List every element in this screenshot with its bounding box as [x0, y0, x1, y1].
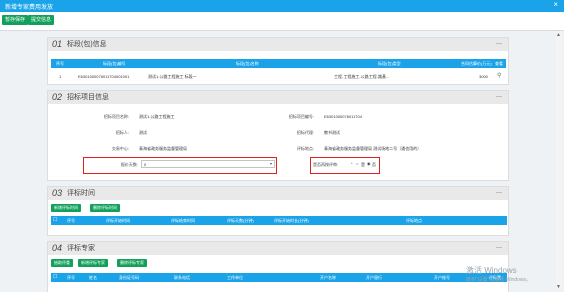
delete-expert-button[interactable]: 删除评标专家 [117, 259, 147, 267]
select-all-checkbox[interactable]: ☐ [53, 274, 57, 280]
section-number: 01 [52, 39, 63, 49]
col-header: 序号 [56, 61, 64, 66]
table-header: ☐ 序号 姓名 身份证号码 联系电话 工作单位 开户名称 开户银行 开户账号 评… [51, 273, 507, 282]
section-header: 03 评标时间 — [48, 187, 508, 200]
col-header: 工作单位 [227, 275, 243, 280]
days-value: 0 [144, 162, 147, 167]
scroll-down-icon[interactable]: ▼ [556, 284, 561, 290]
reeval-label: 是否再按评审: [313, 162, 339, 167]
cell-type: 工程-工程施工-公路工程-路基... [334, 74, 390, 79]
scrollbar[interactable] [556, 31, 561, 289]
col-header: 身份证号码 [119, 275, 139, 280]
collapse-icon[interactable]: — [496, 245, 502, 251]
col-header: 序号 [67, 218, 75, 223]
section-number: 03 [52, 188, 63, 198]
section-header: 04 评标专家 — [48, 242, 508, 255]
tenderer-value: 测试 [139, 130, 147, 135]
section-title: 标段(包)信息 [67, 41, 107, 48]
col-header: 姓名 [89, 275, 97, 280]
radio-yes-label: 是 [361, 162, 365, 167]
col-header: 标段(包)名称 [236, 61, 259, 66]
section-header: 02 招标项目信息 — [48, 91, 508, 104]
chevron-down-icon: ▾ [269, 161, 272, 166]
collapse-icon[interactable]: — [496, 190, 502, 196]
windows-watermark-subtitle: 转到“设置”以激活 Windows。 [466, 277, 532, 283]
radio-no-label: 否 [372, 162, 376, 167]
col-header: 评标结束时间 [171, 218, 195, 223]
col-header: 序号 [67, 275, 75, 280]
col-header: 开户账号 [434, 275, 450, 280]
table-header: 序号 标段(包)编号 标段(包)名称 标段(包)类型 合同估算价(万元) 查看 [51, 59, 506, 68]
agency-label: 招标代理: [296, 130, 314, 135]
section-number: 04 [52, 243, 63, 253]
project-name-label: 招标项目名称: [103, 114, 129, 119]
cell-amount: 3000 [479, 74, 488, 79]
radio-yes[interactable]: ○ [356, 161, 358, 166]
cell-name: 测试1-公路工程施工 标段一 [148, 74, 197, 79]
add-expert-button[interactable]: 新增评标专家 [78, 259, 108, 267]
scroll-up-icon[interactable]: ▲ [556, 32, 561, 38]
collapse-icon[interactable]: — [496, 94, 502, 100]
collapse-icon[interactable]: — [496, 41, 502, 47]
project-code-value: E6301000076011704 [324, 114, 362, 119]
add-eval-time-button[interactable]: 新增评标时间 [51, 204, 81, 212]
col-header: 查看 [495, 61, 503, 66]
col-header: 标段(包)类型 [378, 61, 401, 66]
radio-no[interactable]: ◉ [367, 161, 371, 166]
section-project-info: 02 招标项目信息 — 招标项目名称: 测试1-公路工程施工 招标项目编号: E… [47, 90, 509, 181]
section-experts: 04 评标专家 — 抽取评委 新增评标专家 删除评标专家 ☐ 序号 姓名 身份证… [47, 241, 509, 292]
section-bid-sections: 01 标段(包)信息 — 序号 标段(包)编号 标段(包)名称 标段(包)类型 … [47, 37, 509, 85]
project-code-label: 招标项目编号: [288, 114, 314, 119]
col-header: 评标开始时间 [106, 218, 130, 223]
col-header: 联系电话 [174, 275, 190, 280]
delete-eval-time-button[interactable]: 删除评标时间 [90, 204, 120, 212]
close-icon[interactable]: × [553, 1, 558, 9]
agency-value: 教书测试 [324, 130, 340, 135]
tenderer-label: 招标人: [115, 130, 129, 135]
col-header: 合同估算价(万元) [461, 61, 492, 66]
days-label: 报价天数: [120, 162, 138, 167]
save-button[interactable]: 暂存保存 [2, 15, 29, 25]
required-mark: * [351, 161, 353, 166]
project-name-value: 测试1-公路工程施工 [139, 114, 175, 119]
cell-code: E6301000076011704001001 [78, 74, 130, 79]
table-row[interactable]: 1 E6301000076011704001001 测试1-公路工程施工 标段一… [51, 72, 506, 81]
center-label: 交易中心: [111, 146, 129, 151]
place-value: 青海省政务服务监督管理局 测试场地二号（通也用的） [324, 146, 422, 151]
section-eval-time: 03 评标时间 — 新增评标时间 删除评标时间 ☐ 序号 评标开始时间 评标结束… [47, 186, 509, 236]
cell-index: 1 [59, 74, 62, 79]
col-header: 标段(包)编号 [103, 61, 126, 66]
section-title: 评标专家 [67, 245, 95, 252]
center-value: 青海省政务服务监督管理局 [139, 146, 187, 151]
section-header: 01 标段(包)信息 — [48, 38, 508, 51]
table-header: ☐ 序号 评标开始时间 评标结束时间 评标天数(分钟) 评标开始时长(分钟) 评… [51, 216, 507, 225]
col-header: 评标开始时长(分钟) [274, 218, 309, 223]
search-icon[interactable]: ⚲ [497, 72, 501, 79]
section-title: 评标时间 [67, 190, 95, 197]
select-all-checkbox[interactable]: ☐ [53, 217, 57, 223]
draw-experts-button[interactable]: 抽取评委 [51, 259, 73, 267]
submit-button[interactable]: 提交信息 [28, 15, 55, 25]
section-number: 02 [52, 92, 63, 102]
col-header: 开户名称 [320, 275, 336, 280]
windows-watermark-title: 激活 Windows [466, 266, 517, 275]
col-header: 开户银行 [366, 275, 382, 280]
place-label: 评标地点: [296, 146, 314, 151]
window-titlebar: 新增专家费用发放 × [0, 0, 564, 12]
window-title: 新增专家费用发放 [5, 5, 54, 11]
col-header: 评标天数(分钟) [227, 218, 254, 223]
days-select[interactable]: 0 ▾ [141, 160, 275, 168]
section-title: 招标项目信息 [67, 94, 109, 101]
col-header: 评标地点 [406, 218, 422, 223]
